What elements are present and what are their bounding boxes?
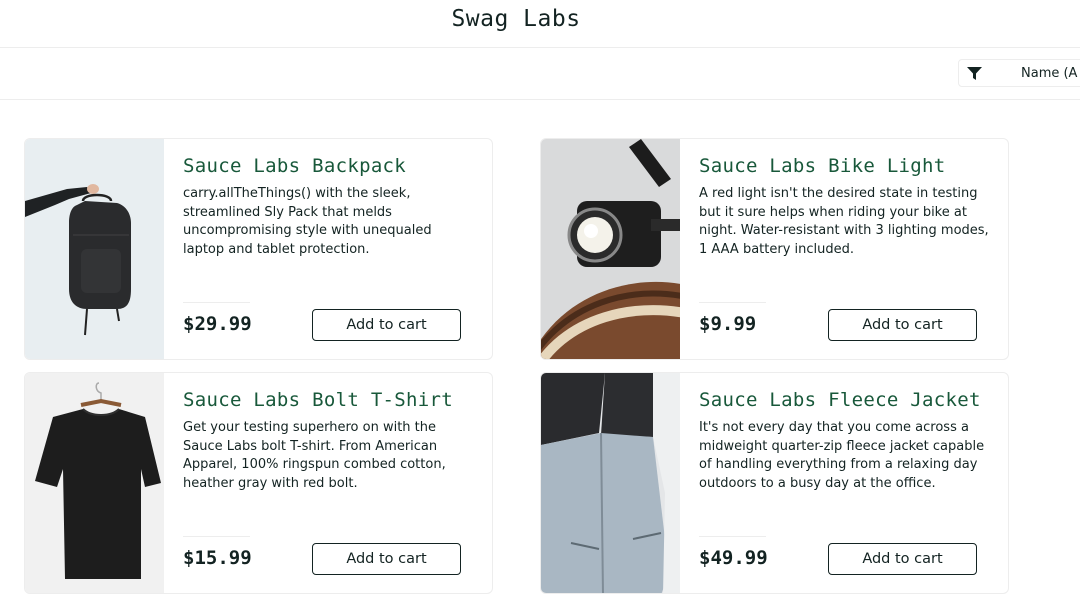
product-name[interactable]: Sauce Labs Backpack: [183, 155, 406, 177]
product-image-bike-light[interactable]: [541, 139, 680, 359]
product-description: A red light isn't the desired state in t…: [699, 186, 989, 257]
add-to-cart-button[interactable]: Add to cart: [828, 309, 977, 341]
product-price: $49.99: [699, 547, 768, 569]
product-description: It's not every day that you come across …: [699, 420, 985, 491]
add-to-cart-button[interactable]: Add to cart: [312, 543, 461, 575]
sort-label: Name (A to Z): [1021, 66, 1080, 81]
add-to-cart-button[interactable]: Add to cart: [828, 543, 977, 575]
product-image-fleece-jacket[interactable]: [541, 373, 680, 593]
product-name[interactable]: Sauce Labs Bike Light: [699, 155, 946, 177]
product-card: Sauce Labs Bike Light A red light isn't …: [540, 138, 1009, 360]
secondary-header: [0, 48, 1080, 100]
product-image-backpack[interactable]: [25, 139, 164, 359]
app-title: Swag Labs: [451, 6, 581, 32]
product-card: Sauce Labs Backpack carry.allTheThings()…: [24, 138, 493, 360]
product-description: Get your testing superhero on with the S…: [183, 420, 446, 491]
divider: [699, 302, 766, 303]
product-name[interactable]: Sauce Labs Fleece Jacket: [699, 389, 981, 411]
divider: [699, 536, 766, 537]
sort-dropdown[interactable]: Name (A to Z): [958, 59, 1080, 87]
product-price: $15.99: [183, 547, 252, 569]
product-image-t-shirt[interactable]: [25, 373, 164, 593]
divider: [183, 302, 250, 303]
product-card: Sauce Labs Bolt T-Shirt Get your testing…: [24, 372, 493, 594]
divider: [183, 536, 250, 537]
header-bar: Swag Labs: [0, 0, 1080, 48]
product-price: $29.99: [183, 313, 252, 335]
product-card: Sauce Labs Fleece Jacket It's not every …: [540, 372, 1009, 594]
filter-icon: [967, 67, 982, 80]
product-price: $9.99: [699, 313, 757, 335]
product-description: carry.allTheThings() with the sleek, str…: [183, 186, 432, 257]
product-name[interactable]: Sauce Labs Bolt T-Shirt: [183, 389, 453, 411]
add-to-cart-button[interactable]: Add to cart: [312, 309, 461, 341]
